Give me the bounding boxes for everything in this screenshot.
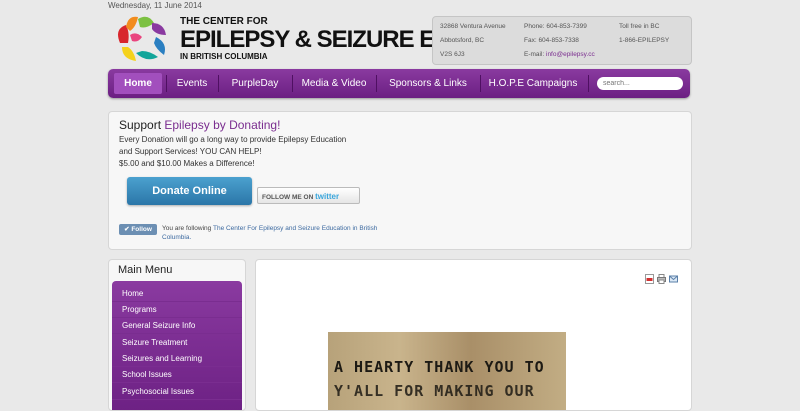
email-link[interactable]: info@epilepsy.cc <box>546 51 595 58</box>
nav-sponsors-links[interactable]: Sponsors & Links <box>378 73 478 94</box>
donate-online-button[interactable]: Donate Online <box>127 177 252 205</box>
fax-number: Fax: 604-853-7338 <box>524 37 579 44</box>
menu-item-general-seizure-info[interactable]: General Seizure Info <box>112 318 242 334</box>
donate-heading-prefix: Support <box>119 118 165 132</box>
address-line-3: V2S 6J3 <box>440 51 465 58</box>
donate-text: Every Donation will go a long way to pro… <box>119 134 379 170</box>
nav-divider <box>588 75 589 92</box>
tollfree-label: Toll free in BC <box>619 23 660 30</box>
pdf-icon[interactable] <box>645 274 654 284</box>
print-icon[interactable] <box>657 274 666 284</box>
nav-divider <box>166 75 167 92</box>
address-line-1: 32868 Ventura Avenue <box>440 23 506 30</box>
nav-purpleday[interactable]: PurpleDay <box>220 73 290 94</box>
nav-divider <box>480 75 481 92</box>
menu-item-seizure-treatment[interactable]: Seizure Treatment <box>112 335 242 351</box>
main-nav: Home Events PurpleDay Media & Video Spon… <box>108 69 690 98</box>
content-area: A HEARTY THANK YOU TO Y'ALL FOR MAKING O… <box>255 259 692 411</box>
menu-item-home[interactable]: Home <box>112 286 242 302</box>
banner-line-1: A HEARTY THANK YOU TO <box>334 358 545 376</box>
hands-logo-icon <box>118 16 166 61</box>
nav-divider <box>376 75 377 92</box>
nav-media-video[interactable]: Media & Video <box>294 73 374 94</box>
menu-item-programs[interactable]: Programs <box>112 302 242 318</box>
main-menu-list: Home Programs General Seizure Info Seizu… <box>112 281 242 410</box>
follow-button-label: Follow <box>131 226 152 233</box>
donate-heading-accent: Epilepsy by Donating! <box>164 118 281 132</box>
menu-item-school-issues[interactable]: School Issues <box>112 367 242 383</box>
donate-heading: Support Epilepsy by Donating! <box>119 118 280 132</box>
phone-number: Phone: 604-853-7399 <box>524 23 587 30</box>
donate-text-line: Every Donation will go a long way to pro… <box>119 135 347 144</box>
email-label: E-mail: <box>524 51 545 58</box>
nav-hope-campaigns[interactable]: H.O.P.E Campaigns <box>482 73 584 94</box>
email-icon[interactable] <box>669 274 678 284</box>
follow-status: You are following The Center For Epileps… <box>162 224 402 242</box>
donate-text-line: and Support Services! YOU CAN HELP! <box>119 147 262 156</box>
follow-status-text: You are following <box>162 225 212 232</box>
search-input[interactable] <box>597 77 683 90</box>
thank-you-banner-image: A HEARTY THANK YOU TO Y'ALL FOR MAKING O… <box>328 332 566 410</box>
twitter-logo-icon: twitter <box>315 192 340 201</box>
menu-item-psychosocial-issues[interactable]: Psychosocial Issues <box>112 384 242 400</box>
banner-line-2: Y'ALL FOR MAKING OUR <box>334 382 535 400</box>
main-menu-title: Main Menu <box>118 264 173 276</box>
donate-text-line: $5.00 and $10.00 Makes a Difference! <box>119 159 255 168</box>
nav-home[interactable]: Home <box>114 73 162 94</box>
donate-panel: Support Epilepsy by Donating! Every Dona… <box>108 111 692 250</box>
follow-button[interactable]: ✔ Follow <box>119 224 157 235</box>
nav-divider <box>218 75 219 92</box>
twitter-follow-prefix: FOLLOW ME ON <box>262 194 314 201</box>
main-menu: Main Menu Home Programs General Seizure … <box>108 259 246 411</box>
menu-item-seizures-learning[interactable]: Seizures and Learning <box>112 351 242 367</box>
nav-events[interactable]: Events <box>168 73 216 94</box>
address-line-2: Abbotsford, BC <box>440 37 485 44</box>
tollfree-number: 1-866-EPILEPSY <box>619 37 670 44</box>
date-label: Wednesday, 11 June 2014 <box>108 1 202 10</box>
contact-box: 32868 Ventura Avenue Abbotsford, BC V2S … <box>432 16 692 65</box>
twitter-follow-button[interactable]: FOLLOW ME ON twitter <box>257 187 360 204</box>
nav-divider <box>292 75 293 92</box>
